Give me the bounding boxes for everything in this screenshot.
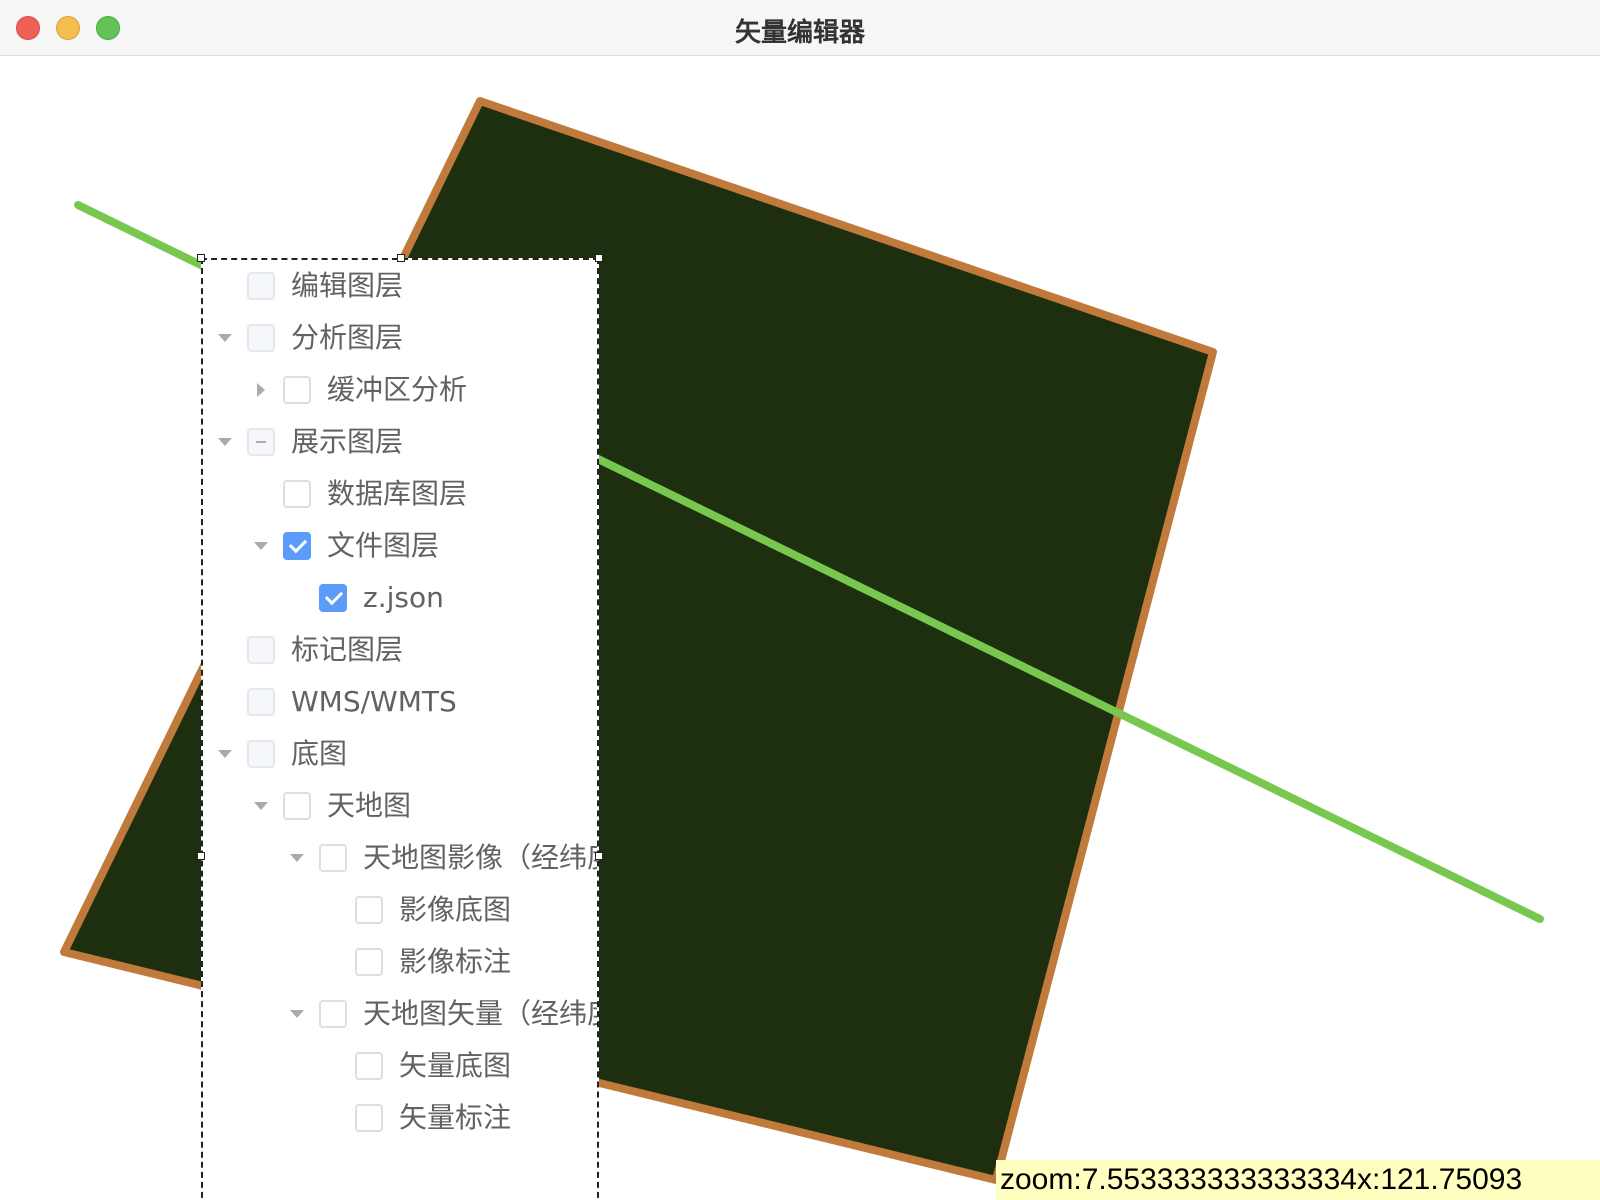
tree-node-wms-wmts[interactable]: WMS/WMTS (203, 676, 597, 728)
window-title: 矢量编辑器 (734, 18, 865, 48)
resize-handle-left[interactable] (197, 852, 205, 860)
tree-node-vector-base[interactable]: 矢量底图 (203, 1040, 597, 1092)
tree-node-label: z.json (363, 581, 444, 614)
tree-node-imagery-label[interactable]: 影像标注 (203, 936, 597, 988)
layer-tree-panel[interactable]: 编辑图层分析图层缓冲区分析展示图层数据库图层文件图层 z.json 标记图层 WMS/… (201, 258, 599, 1200)
resize-handle-top[interactable] (397, 254, 405, 262)
tree-node-file-layer[interactable]: 文件图层 (203, 520, 597, 572)
tree-node-z-json[interactable]: z.json (203, 572, 597, 624)
tree-node-display-layer[interactable]: 展示图层 (203, 416, 597, 468)
title-bar[interactable]: 矢量编辑器 (0, 0, 1600, 56)
layer-checkbox[interactable] (355, 1104, 383, 1132)
layer-checkbox[interactable] (319, 1000, 347, 1028)
layer-checkbox[interactable] (283, 376, 311, 404)
layer-checkbox[interactable] (319, 584, 347, 612)
tree-node-vector-label[interactable]: 矢量标注 (203, 1092, 597, 1144)
tree-node-label: 标记图层 (291, 633, 404, 666)
resize-handle-top-left[interactable] (197, 254, 205, 262)
layer-checkbox[interactable] (283, 532, 311, 560)
layer-checkbox[interactable] (247, 740, 275, 768)
layer-checkbox[interactable] (283, 792, 311, 820)
caret-down-icon[interactable] (253, 798, 269, 814)
caret-down-icon[interactable] (217, 330, 233, 346)
tree-node-imagery-base[interactable]: 影像底图 (203, 884, 597, 936)
resize-handle-top-right[interactable] (595, 254, 603, 262)
tree-node-label: 数据库图层 (327, 477, 468, 510)
tree-node-tianditu[interactable]: 天地图 (203, 780, 597, 832)
tree-node-label: WMS/WMTS (291, 685, 457, 718)
layer-checkbox[interactable] (355, 948, 383, 976)
layer-checkbox[interactable] (247, 636, 275, 664)
layer-checkbox[interactable] (355, 1052, 383, 1080)
caret-down-icon[interactable] (217, 434, 233, 450)
tree-node-label: 天地图影像（经纬度 (363, 841, 599, 874)
tree-node-label: 分析图层 (291, 321, 404, 354)
tree-node-label: 矢量底图 (399, 1049, 512, 1082)
tree-node-basemap[interactable]: 底图 (203, 728, 597, 780)
resize-handle-right[interactable] (595, 852, 603, 860)
tree-node-marker-layer[interactable]: 标记图层 (203, 624, 597, 676)
tree-node-label: 天地图 (327, 789, 412, 822)
tree-node-label: 影像标注 (399, 945, 512, 978)
tree-node-edit-layer[interactable]: 编辑图层 (203, 260, 597, 312)
tree-node-label: 影像底图 (399, 893, 512, 926)
caret-right-icon[interactable] (253, 382, 269, 398)
layer-checkbox[interactable] (247, 428, 275, 456)
tree-node-label: 底图 (291, 737, 348, 770)
caret-down-icon[interactable] (217, 746, 233, 762)
tree-node-buffer-analysis[interactable]: 缓冲区分析 (203, 364, 597, 416)
tree-node-label: 编辑图层 (291, 269, 404, 302)
layer-checkbox[interactable] (355, 896, 383, 924)
tree-node-analysis-layer[interactable]: 分析图层 (203, 312, 597, 364)
app-window: 矢量编辑器 编辑图层分析图层缓冲区分析展示图层数据库图层文件图层 z.json 标记… (0, 0, 1600, 1200)
tree-node-label: 矢量标注 (399, 1101, 512, 1134)
coordinate-status-bar: zoom:7.553333333333334x:121.75093 (996, 1160, 1600, 1200)
caret-down-icon[interactable] (253, 538, 269, 554)
tree-node-label: 缓冲区分析 (327, 373, 468, 406)
layer-checkbox[interactable] (247, 688, 275, 716)
caret-down-icon[interactable] (289, 850, 305, 866)
tree-node-database-layer[interactable]: 数据库图层 (203, 468, 597, 520)
tree-node-tianditu-imagery[interactable]: 天地图影像（经纬度 (203, 832, 599, 884)
layer-checkbox[interactable] (247, 324, 275, 352)
tree-node-tianditu-vector[interactable]: 天地图矢量（经纬度 (203, 988, 599, 1040)
tree-node-label: 展示图层 (291, 425, 404, 458)
layer-checkbox[interactable] (247, 272, 275, 300)
tree-node-label: 文件图层 (327, 529, 440, 562)
layer-checkbox[interactable] (319, 844, 347, 872)
layer-checkbox[interactable] (283, 480, 311, 508)
tree-node-label: 天地图矢量（经纬度 (363, 997, 599, 1030)
caret-down-icon[interactable] (289, 1006, 305, 1022)
